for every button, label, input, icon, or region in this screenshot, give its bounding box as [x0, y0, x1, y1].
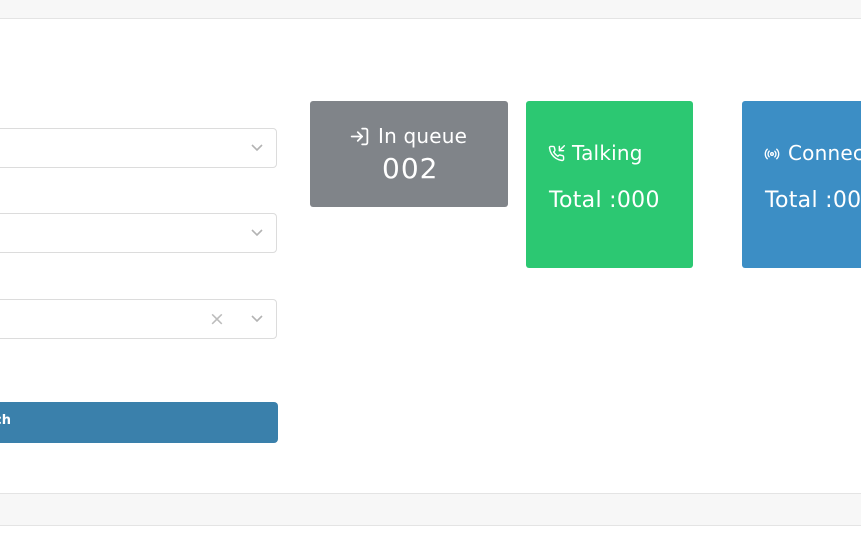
filter-select-3[interactable]: × — [0, 299, 277, 339]
search-button[interactable]: ch — [0, 402, 278, 443]
search-button-label: ch — [0, 413, 11, 428]
chevron-down-icon — [251, 315, 263, 323]
talking-total: Total :000 — [549, 188, 660, 213]
in-queue-count: 002 — [382, 152, 439, 185]
connected-total: Total :00 — [765, 188, 861, 213]
clear-icon[interactable]: × — [208, 309, 226, 329]
sign-in-icon — [350, 127, 369, 146]
talking-card: Talking Total :000 — [526, 101, 693, 268]
broadcast-icon — [764, 148, 780, 160]
in-queue-card: In queue 002 — [310, 101, 508, 207]
chevron-down-icon — [251, 229, 263, 237]
filter-select-1[interactable] — [0, 128, 277, 168]
phone-incoming-icon — [548, 145, 565, 162]
chevron-down-icon — [251, 144, 263, 152]
footer-bar — [0, 493, 861, 526]
talking-title: Talking — [572, 141, 643, 165]
connected-title: Connec — [788, 141, 861, 165]
connected-card: Connec Total :00 — [742, 101, 861, 268]
top-bar — [0, 0, 861, 19]
filter-select-2[interactable] — [0, 213, 277, 253]
in-queue-title: In queue — [378, 124, 468, 148]
